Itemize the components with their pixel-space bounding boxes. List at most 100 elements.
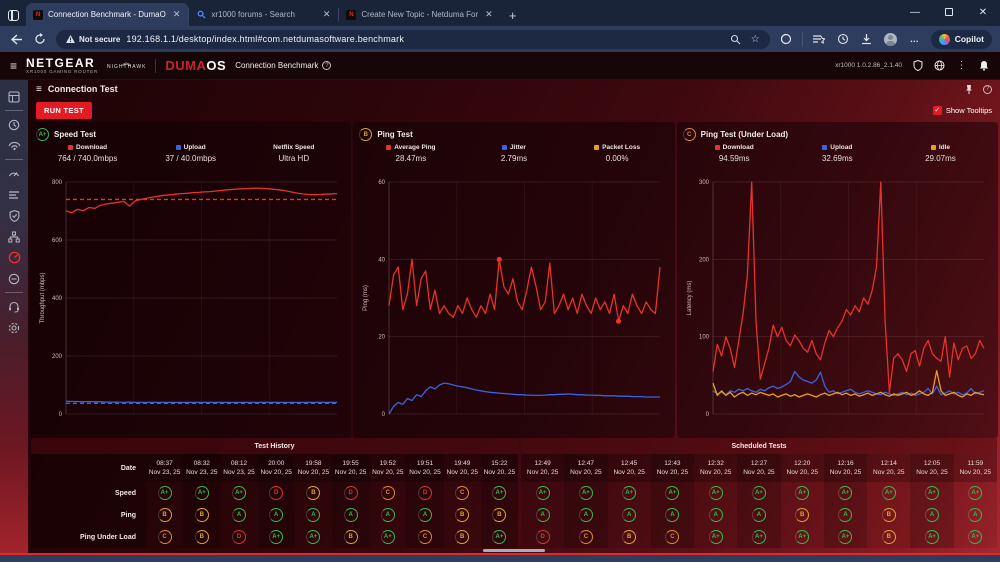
history-column[interactable]: 12:43Nov 20, 25A+AC — [651, 454, 694, 548]
workspaces-button[interactable] — [0, 4, 26, 26]
stat-upload: Upload 37 / 40.0mbps — [139, 144, 242, 174]
history-icon[interactable] — [835, 31, 851, 47]
rapp-menu-icon[interactable]: ≡ — [36, 84, 42, 95]
refresh-button[interactable] — [32, 31, 48, 47]
grade-badge: C — [579, 530, 593, 544]
grade-badge: B — [492, 508, 506, 522]
grade-badge: B — [195, 508, 209, 522]
sidebar-ping-heatmap-icon[interactable] — [0, 268, 28, 289]
history-column[interactable]: 19:55Nov 20, 25DAB — [332, 454, 369, 548]
scheduled-tests-header: Scheduled Tests — [521, 438, 997, 454]
stat-load-download: Download 94.59ms — [683, 144, 786, 174]
favorite-star-icon[interactable]: ☆ — [751, 34, 760, 45]
sidebar-qos-icon[interactable] — [0, 163, 28, 184]
tooltips-checkbox[interactable]: ✓ — [933, 106, 942, 115]
history-column[interactable]: 12:47Nov 20, 25A+AC — [564, 454, 607, 548]
warning-icon — [66, 35, 75, 43]
ping-under-load-grade-cell: A+ — [781, 526, 824, 548]
sidebar-dashboard-icon[interactable] — [0, 114, 28, 135]
history-column[interactable]: 08:37Nov 23, 25A+BC — [146, 454, 183, 548]
history-scrollbar-thumb[interactable] — [483, 549, 545, 552]
back-button[interactable] — [8, 31, 24, 47]
history-column[interactable]: 19:51Nov 20, 25DAC — [406, 454, 443, 548]
history-column[interactable]: 19:52Nov 20, 25CAA+ — [369, 454, 406, 548]
help-icon[interactable]: ? — [322, 61, 331, 70]
downloads-icon[interactable] — [859, 31, 875, 47]
copilot-label: Copilot — [955, 34, 984, 44]
svg-text:400: 400 — [52, 296, 63, 302]
bell-icon[interactable] — [977, 59, 990, 72]
svg-text:Throughput (mbps): Throughput (mbps) — [40, 272, 46, 323]
sidebar-vpn-shield-icon[interactable] — [0, 205, 28, 226]
restore-button[interactable] — [932, 0, 966, 24]
history-date-cell: 08:32Nov 23, 25 — [183, 454, 220, 482]
tab-create-topic[interactable]: N Create New Topic - Netduma For ✕ — [339, 3, 501, 26]
profile-avatar[interactable] — [883, 31, 899, 47]
load-upload-legend-swatch — [822, 145, 827, 150]
tab-close-icon[interactable]: ✕ — [171, 9, 183, 20]
ping-grade-cell: B — [781, 504, 824, 526]
not-secure-warning[interactable]: Not secure — [66, 35, 120, 44]
sidebar-device-manager-icon[interactable] — [0, 226, 28, 247]
sidebar-network-monitor-icon[interactable] — [0, 135, 28, 156]
ping-test-chart: 0204060Ping (ms) — [359, 174, 668, 434]
history-column[interactable]: 12:49Nov 20, 25A+AD — [521, 454, 564, 548]
grade-badge: B — [622, 530, 636, 544]
app-menu-icon[interactable]: ≡ — [10, 59, 17, 73]
speed-grade-cell: A+ — [694, 482, 737, 504]
history-date-cell: 12:32Nov 20, 25 — [694, 454, 737, 482]
history-column[interactable]: 19:49Nov 20, 25CBB — [444, 454, 481, 548]
ping-under-load-grade-cell: C — [146, 526, 183, 548]
sidebar-support-icon[interactable] — [0, 296, 28, 317]
run-test-button[interactable]: RUN TEST — [36, 102, 92, 119]
history-column[interactable]: 12:32Nov 20, 25A+AA+ — [694, 454, 737, 548]
search-icon[interactable] — [730, 34, 741, 45]
sidebar-apps-icon[interactable] — [0, 86, 28, 107]
history-column[interactable]: 12:45Nov 20, 25A+AB — [608, 454, 651, 548]
close-button[interactable]: ✕ — [966, 0, 1000, 24]
tab-connection-benchmark[interactable]: N Connection Benchmark - DumaO ✕ — [26, 3, 189, 26]
tab-close-icon[interactable]: ✕ — [321, 9, 333, 20]
ping-grade-cell: B — [481, 504, 518, 526]
history-column[interactable]: 20:00Nov 20, 25DAA+ — [258, 454, 295, 548]
history-column[interactable]: 12:16Nov 20, 25A+AA+ — [824, 454, 867, 548]
sidebar-settings-icon[interactable] — [0, 317, 28, 338]
history-date-cell: 19:52Nov 20, 25 — [369, 454, 406, 482]
minimize-button[interactable]: — — [898, 0, 932, 24]
more-menu-icon[interactable]: … — [907, 31, 923, 47]
rapp-help-icon[interactable]: ? — [983, 85, 992, 94]
history-column[interactable]: 12:14Nov 20, 25A+BB — [867, 454, 910, 548]
history-column[interactable]: 15:22Nov 20, 25A+BA+ — [481, 454, 518, 548]
kebab-menu-icon[interactable]: ⋮ — [955, 59, 968, 72]
history-date-cell: 12:27Nov 20, 25 — [737, 454, 780, 482]
history-column[interactable]: 08:32Nov 23, 25A+BB — [183, 454, 220, 548]
grade-badge: A+ — [795, 530, 809, 544]
svg-text:800: 800 — [52, 180, 63, 186]
ping-under-load-grade-cell: A+ — [910, 526, 953, 548]
history-column[interactable]: 12:05Nov 20, 25A+AA+ — [910, 454, 953, 548]
grade-badge: A — [381, 508, 395, 522]
tab-close-icon[interactable]: ✕ — [483, 9, 495, 20]
new-tab-button[interactable]: + — [502, 4, 524, 26]
ping-grade-cell: A — [564, 504, 607, 526]
pin-icon[interactable] — [965, 84, 973, 95]
history-column[interactable]: 12:27Nov 20, 25A+AA+ — [737, 454, 780, 548]
address-bar[interactable]: Not secure 192.168.1.1/desktop/index.htm… — [56, 30, 770, 49]
row-label-ping: Ping — [31, 504, 146, 526]
sidebar-connection-benchmark-icon[interactable] — [0, 247, 28, 268]
history-column[interactable]: 11:59Nov 20, 25A+AA+ — [954, 454, 997, 548]
history-column[interactable]: 19:58Nov 20, 25BAA+ — [295, 454, 332, 548]
tab-search[interactable]: xr1000 forums - Search ✕ — [189, 3, 339, 26]
history-column[interactable]: 12:20Nov 20, 25A+BA+ — [781, 454, 824, 548]
ping-grade-cell: A — [824, 504, 867, 526]
shield-icon[interactable] — [911, 59, 924, 72]
copilot-button[interactable]: Copilot — [931, 30, 992, 49]
history-scrollbar[interactable] — [31, 548, 997, 553]
browser-essentials-icon[interactable] — [778, 31, 794, 47]
netduma-favicon: N — [33, 10, 43, 20]
show-tooltips-toggle[interactable]: ✓ Show Tooltips — [933, 106, 992, 115]
history-column[interactable]: 08:12Nov 23, 25A+AD — [220, 454, 257, 548]
sidebar-traffic-prioritization-icon[interactable] — [0, 184, 28, 205]
collections-icon[interactable] — [811, 31, 827, 47]
language-globe-icon[interactable] — [933, 59, 946, 72]
